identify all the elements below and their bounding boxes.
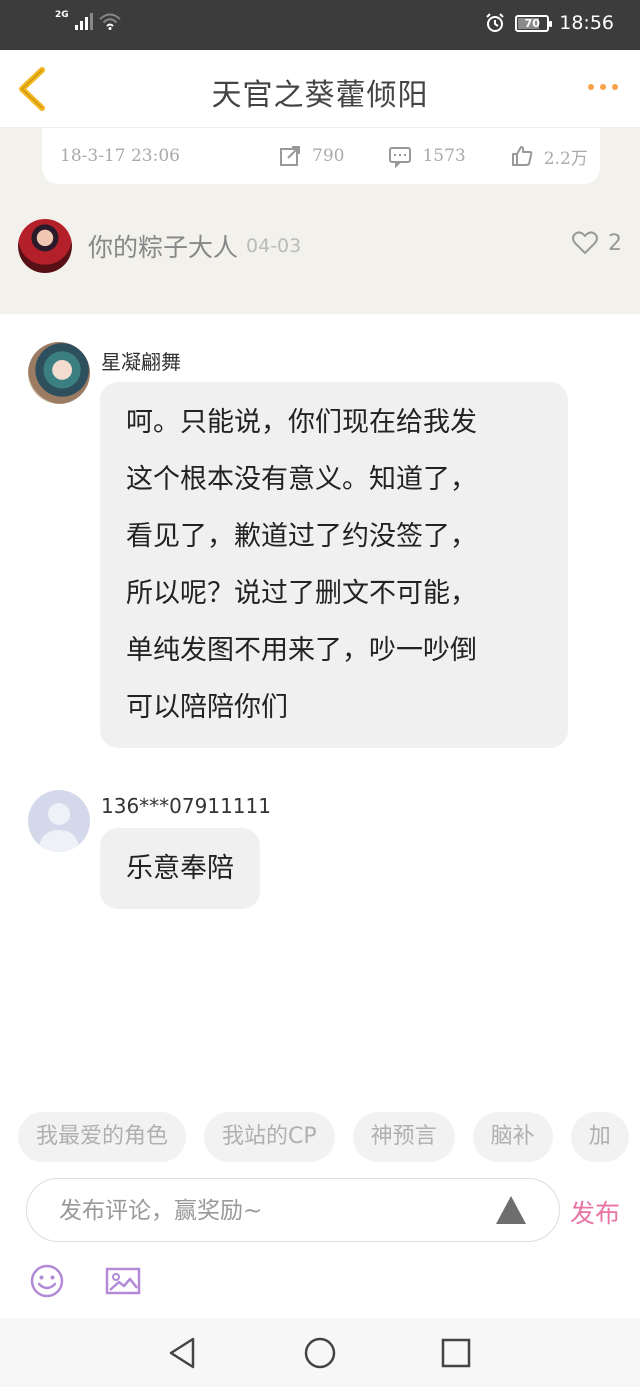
author-like-count: 2 — [608, 230, 622, 256]
more-dot-icon — [600, 84, 606, 90]
comment-line: 这个根本没有意义。知道了， — [126, 464, 477, 495]
comment-icon — [389, 147, 412, 168]
commenter-avatar[interactable] — [28, 342, 90, 404]
status-bar: 2G 70 18:56 — [0, 0, 640, 50]
image-icon[interactable] — [104, 1262, 142, 1300]
status-right: 70 18:56 — [485, 12, 614, 34]
commenter-avatar[interactable] — [28, 790, 90, 852]
comment-stat: 1573 — [388, 144, 466, 168]
battery-level: 70 — [524, 16, 540, 30]
comment-line: 看见了，歉道过了约没签了， — [126, 521, 477, 552]
publish-button[interactable]: 发布 — [570, 1194, 620, 1230]
comment-line: 乐意奉陪 — [126, 853, 234, 884]
more-dot-icon — [612, 84, 618, 90]
comment-input-box — [26, 1178, 560, 1242]
comment-count: 1573 — [422, 146, 466, 166]
share-icon — [280, 146, 300, 166]
tag-more[interactable]: 加 — [570, 1112, 629, 1162]
heart-icon — [572, 231, 598, 254]
clock: 18:56 — [559, 12, 614, 34]
nav-recents-icon[interactable] — [438, 1335, 474, 1371]
page-title: 天官之葵藿倾阳 — [211, 78, 429, 113]
tag-prophecy[interactable]: 神预言 — [352, 1112, 455, 1162]
default-user-icon — [38, 803, 80, 852]
author-like-button[interactable]: 2 — [572, 230, 622, 256]
commenter-name[interactable]: 136***07911111 — [101, 794, 271, 818]
emoji-icon[interactable] — [28, 1262, 66, 1300]
comment-line: 所以呢？说过了删文不可能， — [126, 578, 477, 609]
nav-back-icon[interactable] — [165, 1335, 201, 1371]
app-header: 天官之葵藿倾阳 — [0, 50, 640, 128]
comment-input[interactable] — [59, 1193, 479, 1229]
comment-bubble[interactable]: 乐意奉陪 — [100, 828, 260, 909]
wifi-icon — [98, 13, 121, 30]
tag-favorite-character[interactable]: 我最爱的角色 — [18, 1112, 187, 1162]
author-name[interactable]: 你的粽子大人 — [88, 228, 238, 264]
tag-imagination[interactable]: 脑补 — [472, 1112, 553, 1162]
alarm-icon — [486, 13, 504, 32]
comment-line: 呵。只能说，你们现在给我发 — [126, 407, 477, 438]
quick-tags: 我最爱的角色 我站的CP 神预言 脑补 加 — [18, 1112, 629, 1162]
status-left: 2G — [55, 10, 121, 30]
share-stat: 790 — [278, 144, 344, 168]
author-date: 04-03 — [246, 235, 302, 257]
system-nav-bar — [0, 1318, 640, 1387]
post-card[interactable]: 18-3-17 23:06 790 1573 2.2万 — [42, 128, 600, 184]
like-count: 2.2万 — [543, 148, 588, 169]
post-date: 18-3-17 23:06 — [60, 146, 180, 166]
battery-icon: 70 — [515, 14, 553, 32]
comment-line: 单纯发图不用来了，吵一吵倒 — [126, 635, 477, 666]
tag-my-cp[interactable]: 我站的CP — [204, 1112, 335, 1162]
commenter-name[interactable]: 星凝翩舞 — [101, 346, 181, 375]
nav-home-icon[interactable] — [302, 1335, 338, 1371]
more-dot-icon — [588, 84, 594, 90]
comment-bubble[interactable]: 呵。只能说，你们现在给我发 这个根本没有意义。知道了， 看见了，歉道过了约没签了… — [100, 382, 568, 748]
author-avatar[interactable] — [18, 219, 72, 273]
comment-line: 可以陪陪你们 — [126, 692, 288, 723]
signal-icon — [74, 12, 93, 30]
network-type: 2G — [55, 10, 69, 20]
input-tools — [28, 1262, 142, 1300]
like-stat: 2.2万 — [510, 144, 588, 169]
post-area: 18-3-17 23:06 790 1573 2.2万 你的粽子大人 04-03… — [0, 128, 640, 314]
more-options-button[interactable] — [588, 84, 618, 90]
send-triangle-icon[interactable] — [495, 1195, 527, 1225]
author-row: 你的粽子大人 04-03 2 — [18, 218, 622, 274]
share-count: 790 — [312, 146, 345, 166]
thumbs-up-icon — [511, 146, 533, 166]
